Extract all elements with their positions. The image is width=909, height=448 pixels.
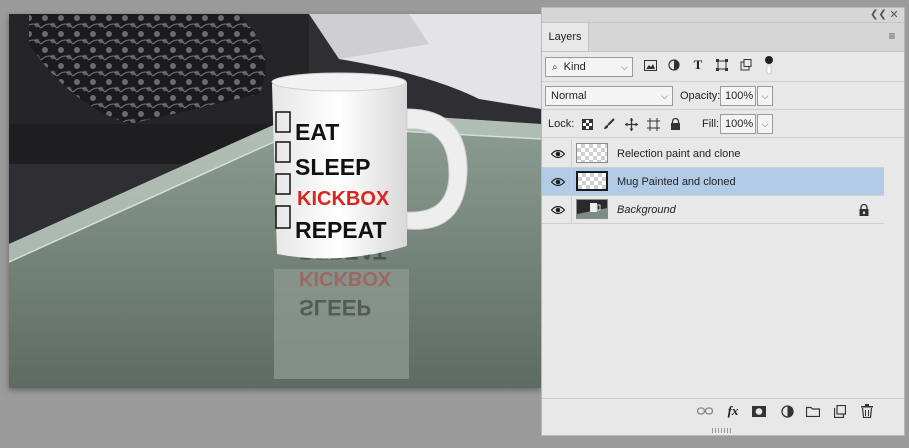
chevron-down-icon: ⌵ [661,91,668,101]
layers-bottom-toolbar: fx [542,398,904,423]
shape-filter-icon[interactable] [715,58,729,72]
opacity-label: Opacity: [680,90,721,102]
adjustment-layer-icon[interactable] [779,404,795,418]
mug-line-eat: EAT [295,119,339,145]
eye-visibility-icon[interactable] [551,148,565,160]
smart-object-filter-icon[interactable] [739,58,753,72]
adjustment-filter-icon[interactable] [667,58,681,72]
photo-mug-on-glass-table: REPEAT KICKBOX SLEEP EAT SLEEP KICKBOX R… [9,14,541,388]
close-icon[interactable]: ✕ [886,8,902,22]
blend-row: Normal ⌵ Opacity: 100% ⌵ [542,82,904,110]
eye-visibility-icon[interactable] [551,204,565,216]
filter-kind-dropdown[interactable]: ⌕ Kind ⌵ [545,57,633,77]
layers-list: Relection paint and clone Mug Painted an… [542,140,904,224]
lock-label: Lock: [548,118,575,130]
svg-text:KICKBOX: KICKBOX [299,267,392,289]
layer-name[interactable]: Background [617,196,676,224]
layer-thumbnail[interactable] [576,171,608,191]
svg-text:SLEEP: SLEEP [299,295,371,320]
folder-icon[interactable] [805,404,821,418]
fill-input[interactable]: 100% [720,114,756,134]
eye-visibility-icon[interactable] [551,176,565,188]
mug-line-kickbox: KICKBOX [297,188,390,210]
panel-resize-grip[interactable] [712,428,732,433]
document-canvas[interactable]: REPEAT KICKBOX SLEEP EAT SLEEP KICKBOX R… [9,14,541,388]
fill-label: Fill: [702,118,720,130]
trash-icon[interactable] [859,404,875,418]
double-chevron-left-icon[interactable]: ❮❮ [870,8,887,22]
tab-layers[interactable]: Layers [542,23,589,51]
fx-icon[interactable]: fx [725,403,741,418]
lock-position-icon[interactable] [624,117,638,131]
mug-line-repeat: REPEAT [295,217,387,243]
layer-thumbnail-photo[interactable] [576,199,608,219]
lock-image-icon[interactable] [602,117,616,131]
lock-row: Lock: Fill: 100% ⌵ [542,110,904,138]
blend-mode-value: Normal [551,90,587,102]
link-layers-icon[interactable] [697,404,713,418]
layer-row[interactable]: Relection paint and clone [542,140,884,168]
fill-chevron-down-icon[interactable]: ⌵ [757,114,773,134]
panel-title-bar[interactable]: ❮❮ ✕ [542,8,904,23]
filter-kind-label: Kind [563,61,586,73]
lock-icon [859,204,869,216]
mask-icon[interactable] [751,404,767,418]
layer-name[interactable]: Relection paint and clone [617,140,741,168]
lock-transparent-icon[interactable] [580,117,594,131]
layer-separator [571,168,572,195]
layer-separator [571,196,572,223]
blend-mode-dropdown[interactable]: Normal ⌵ [545,86,673,106]
opacity-chevron-down-icon[interactable]: ⌵ [757,86,773,106]
search-icon: ⌕ [552,62,558,73]
lock-artboard-icon[interactable] [646,117,660,131]
type-filter-icon[interactable]: T [691,57,705,72]
hamburger-menu-icon[interactable]: ≡ [886,30,898,42]
lock-all-icon[interactable] [668,117,682,131]
mug-line-sleep: SLEEP [295,154,370,180]
layer-thumbnail[interactable] [576,143,608,163]
layer-name[interactable]: Mug Painted and cloned [617,168,736,196]
panel-tab-bar: Layers ≡ [542,23,904,52]
opacity-input[interactable]: 100% [720,86,756,106]
layers-panel: ❮❮ ✕ Layers ≡ ⌕ Kind ⌵ T Normal ⌵ Opacit… [541,7,905,436]
filter-row: ⌕ Kind ⌵ T [542,52,904,82]
new-layer-icon[interactable] [832,404,848,418]
layer-row-background[interactable]: Background [542,196,884,224]
chevron-down-icon: ⌵ [621,62,628,72]
filter-toggle-icon[interactable] [762,55,776,75]
image-filter-icon[interactable] [643,58,657,72]
layer-separator [571,140,572,167]
layer-row-selected[interactable]: Mug Painted and cloned [542,168,884,196]
